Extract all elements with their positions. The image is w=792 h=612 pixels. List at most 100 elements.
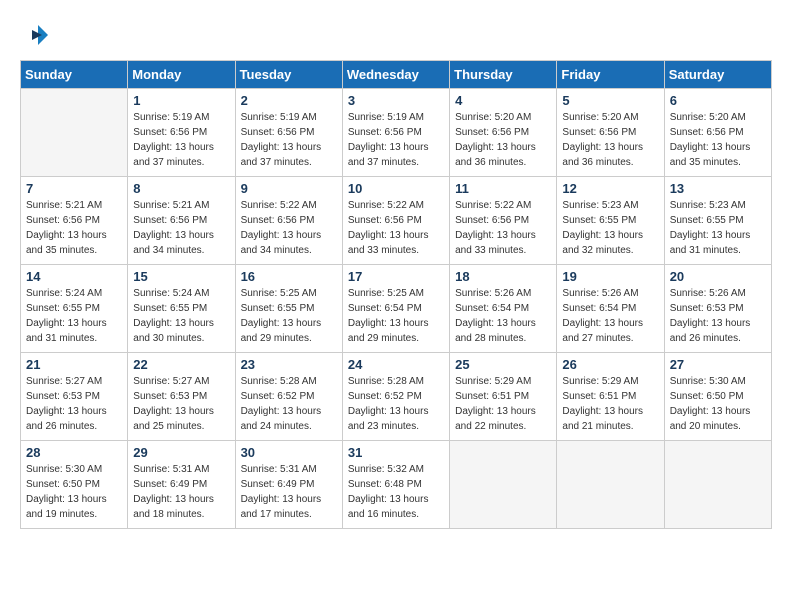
day-number: 7 — [26, 181, 122, 196]
day-number: 11 — [455, 181, 551, 196]
day-number: 19 — [562, 269, 658, 284]
page-header — [20, 20, 772, 50]
day-info: Sunrise: 5:28 AM Sunset: 6:52 PM Dayligh… — [348, 374, 444, 434]
day-number: 6 — [670, 93, 766, 108]
day-info: Sunrise: 5:27 AM Sunset: 6:53 PM Dayligh… — [26, 374, 122, 434]
day-info: Sunrise: 5:26 AM Sunset: 6:53 PM Dayligh… — [670, 286, 766, 346]
calendar-cell: 14 Sunrise: 5:24 AM Sunset: 6:55 PM Dayl… — [21, 265, 128, 353]
calendar-cell: 12 Sunrise: 5:23 AM Sunset: 6:55 PM Dayl… — [557, 177, 664, 265]
weekday-header-monday: Monday — [128, 61, 235, 89]
day-info: Sunrise: 5:25 AM Sunset: 6:54 PM Dayligh… — [348, 286, 444, 346]
day-info: Sunrise: 5:23 AM Sunset: 6:55 PM Dayligh… — [670, 198, 766, 258]
calendar-cell: 27 Sunrise: 5:30 AM Sunset: 6:50 PM Dayl… — [664, 353, 771, 441]
logo — [20, 20, 52, 50]
weekday-header-wednesday: Wednesday — [342, 61, 449, 89]
day-info: Sunrise: 5:30 AM Sunset: 6:50 PM Dayligh… — [26, 462, 122, 522]
calendar-cell: 8 Sunrise: 5:21 AM Sunset: 6:56 PM Dayli… — [128, 177, 235, 265]
day-number: 28 — [26, 445, 122, 460]
calendar-cell — [664, 441, 771, 529]
day-info: Sunrise: 5:32 AM Sunset: 6:48 PM Dayligh… — [348, 462, 444, 522]
day-number: 16 — [241, 269, 337, 284]
day-info: Sunrise: 5:19 AM Sunset: 6:56 PM Dayligh… — [348, 110, 444, 170]
day-info: Sunrise: 5:20 AM Sunset: 6:56 PM Dayligh… — [455, 110, 551, 170]
calendar-cell: 18 Sunrise: 5:26 AM Sunset: 6:54 PM Dayl… — [450, 265, 557, 353]
day-number: 5 — [562, 93, 658, 108]
calendar-table: SundayMondayTuesdayWednesdayThursdayFrid… — [20, 60, 772, 529]
day-number: 17 — [348, 269, 444, 284]
calendar-cell: 29 Sunrise: 5:31 AM Sunset: 6:49 PM Dayl… — [128, 441, 235, 529]
day-number: 29 — [133, 445, 229, 460]
weekday-header-sunday: Sunday — [21, 61, 128, 89]
calendar-cell — [557, 441, 664, 529]
day-info: Sunrise: 5:29 AM Sunset: 6:51 PM Dayligh… — [562, 374, 658, 434]
calendar-cell — [21, 89, 128, 177]
calendar-cell: 22 Sunrise: 5:27 AM Sunset: 6:53 PM Dayl… — [128, 353, 235, 441]
day-info: Sunrise: 5:21 AM Sunset: 6:56 PM Dayligh… — [26, 198, 122, 258]
calendar-cell: 2 Sunrise: 5:19 AM Sunset: 6:56 PM Dayli… — [235, 89, 342, 177]
day-number: 1 — [133, 93, 229, 108]
day-info: Sunrise: 5:27 AM Sunset: 6:53 PM Dayligh… — [133, 374, 229, 434]
day-number: 27 — [670, 357, 766, 372]
day-number: 31 — [348, 445, 444, 460]
day-info: Sunrise: 5:31 AM Sunset: 6:49 PM Dayligh… — [133, 462, 229, 522]
day-number: 23 — [241, 357, 337, 372]
day-number: 14 — [26, 269, 122, 284]
day-number: 8 — [133, 181, 229, 196]
week-row-4: 21 Sunrise: 5:27 AM Sunset: 6:53 PM Dayl… — [21, 353, 772, 441]
day-number: 25 — [455, 357, 551, 372]
calendar-cell: 11 Sunrise: 5:22 AM Sunset: 6:56 PM Dayl… — [450, 177, 557, 265]
day-info: Sunrise: 5:20 AM Sunset: 6:56 PM Dayligh… — [562, 110, 658, 170]
day-info: Sunrise: 5:31 AM Sunset: 6:49 PM Dayligh… — [241, 462, 337, 522]
day-info: Sunrise: 5:24 AM Sunset: 6:55 PM Dayligh… — [26, 286, 122, 346]
day-info: Sunrise: 5:21 AM Sunset: 6:56 PM Dayligh… — [133, 198, 229, 258]
calendar-cell: 13 Sunrise: 5:23 AM Sunset: 6:55 PM Dayl… — [664, 177, 771, 265]
day-info: Sunrise: 5:24 AM Sunset: 6:55 PM Dayligh… — [133, 286, 229, 346]
calendar-cell: 20 Sunrise: 5:26 AM Sunset: 6:53 PM Dayl… — [664, 265, 771, 353]
day-info: Sunrise: 5:20 AM Sunset: 6:56 PM Dayligh… — [670, 110, 766, 170]
calendar-cell: 30 Sunrise: 5:31 AM Sunset: 6:49 PM Dayl… — [235, 441, 342, 529]
day-info: Sunrise: 5:26 AM Sunset: 6:54 PM Dayligh… — [562, 286, 658, 346]
week-row-3: 14 Sunrise: 5:24 AM Sunset: 6:55 PM Dayl… — [21, 265, 772, 353]
day-number: 22 — [133, 357, 229, 372]
calendar-cell: 21 Sunrise: 5:27 AM Sunset: 6:53 PM Dayl… — [21, 353, 128, 441]
day-info: Sunrise: 5:22 AM Sunset: 6:56 PM Dayligh… — [348, 198, 444, 258]
calendar-cell: 6 Sunrise: 5:20 AM Sunset: 6:56 PM Dayli… — [664, 89, 771, 177]
weekday-header-friday: Friday — [557, 61, 664, 89]
day-info: Sunrise: 5:22 AM Sunset: 6:56 PM Dayligh… — [241, 198, 337, 258]
calendar-cell: 23 Sunrise: 5:28 AM Sunset: 6:52 PM Dayl… — [235, 353, 342, 441]
calendar-cell: 10 Sunrise: 5:22 AM Sunset: 6:56 PM Dayl… — [342, 177, 449, 265]
day-number: 3 — [348, 93, 444, 108]
day-info: Sunrise: 5:30 AM Sunset: 6:50 PM Dayligh… — [670, 374, 766, 434]
day-info: Sunrise: 5:23 AM Sunset: 6:55 PM Dayligh… — [562, 198, 658, 258]
calendar-cell: 31 Sunrise: 5:32 AM Sunset: 6:48 PM Dayl… — [342, 441, 449, 529]
calendar-cell: 28 Sunrise: 5:30 AM Sunset: 6:50 PM Dayl… — [21, 441, 128, 529]
week-row-2: 7 Sunrise: 5:21 AM Sunset: 6:56 PM Dayli… — [21, 177, 772, 265]
day-number: 10 — [348, 181, 444, 196]
calendar-cell: 15 Sunrise: 5:24 AM Sunset: 6:55 PM Dayl… — [128, 265, 235, 353]
calendar-cell: 25 Sunrise: 5:29 AM Sunset: 6:51 PM Dayl… — [450, 353, 557, 441]
calendar-cell: 7 Sunrise: 5:21 AM Sunset: 6:56 PM Dayli… — [21, 177, 128, 265]
day-info: Sunrise: 5:25 AM Sunset: 6:55 PM Dayligh… — [241, 286, 337, 346]
day-number: 4 — [455, 93, 551, 108]
day-number: 12 — [562, 181, 658, 196]
calendar-cell: 24 Sunrise: 5:28 AM Sunset: 6:52 PM Dayl… — [342, 353, 449, 441]
day-number: 18 — [455, 269, 551, 284]
calendar-cell: 5 Sunrise: 5:20 AM Sunset: 6:56 PM Dayli… — [557, 89, 664, 177]
day-number: 26 — [562, 357, 658, 372]
day-info: Sunrise: 5:28 AM Sunset: 6:52 PM Dayligh… — [241, 374, 337, 434]
calendar-cell: 26 Sunrise: 5:29 AM Sunset: 6:51 PM Dayl… — [557, 353, 664, 441]
calendar-cell — [450, 441, 557, 529]
day-number: 24 — [348, 357, 444, 372]
weekday-header-thursday: Thursday — [450, 61, 557, 89]
day-info: Sunrise: 5:19 AM Sunset: 6:56 PM Dayligh… — [133, 110, 229, 170]
day-info: Sunrise: 5:29 AM Sunset: 6:51 PM Dayligh… — [455, 374, 551, 434]
weekday-header-saturday: Saturday — [664, 61, 771, 89]
calendar-cell: 4 Sunrise: 5:20 AM Sunset: 6:56 PM Dayli… — [450, 89, 557, 177]
calendar-cell: 9 Sunrise: 5:22 AM Sunset: 6:56 PM Dayli… — [235, 177, 342, 265]
day-number: 13 — [670, 181, 766, 196]
week-row-1: 1 Sunrise: 5:19 AM Sunset: 6:56 PM Dayli… — [21, 89, 772, 177]
calendar-cell: 16 Sunrise: 5:25 AM Sunset: 6:55 PM Dayl… — [235, 265, 342, 353]
day-number: 21 — [26, 357, 122, 372]
day-number: 30 — [241, 445, 337, 460]
week-row-5: 28 Sunrise: 5:30 AM Sunset: 6:50 PM Dayl… — [21, 441, 772, 529]
